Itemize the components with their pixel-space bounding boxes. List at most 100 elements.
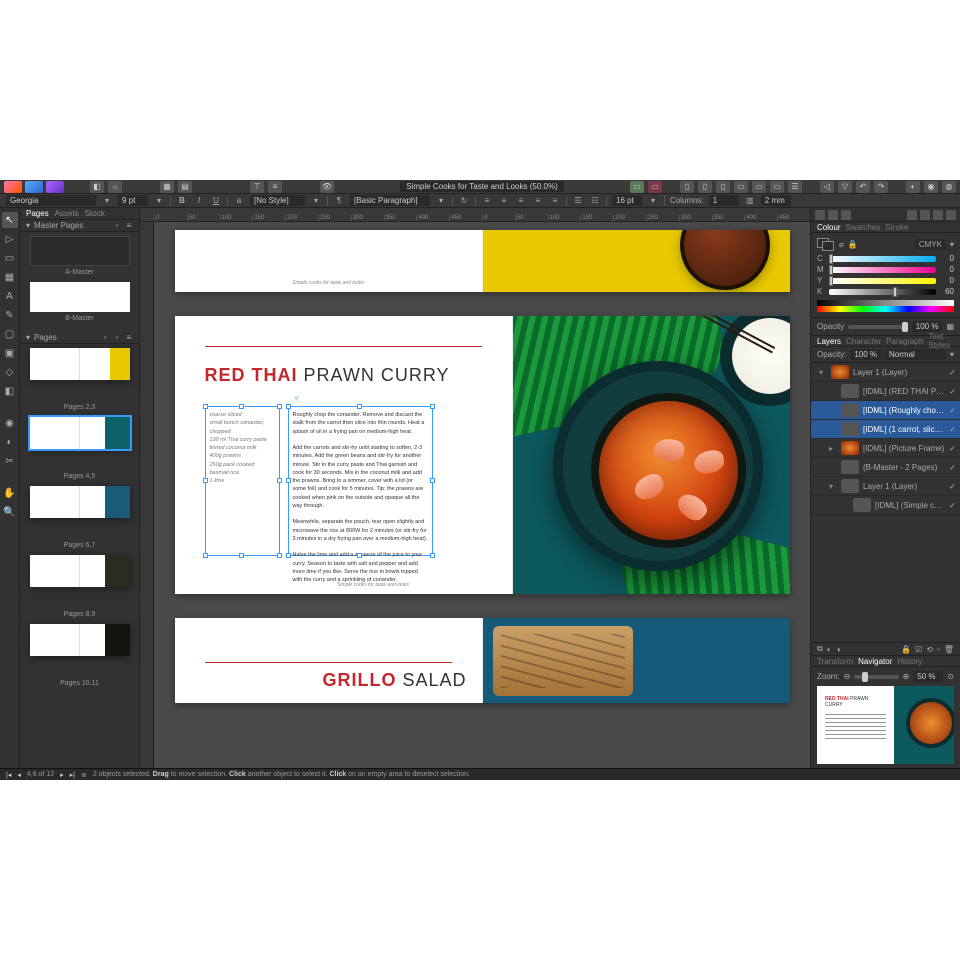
designer-persona-icon[interactable] [25,181,43,193]
add-page-icon[interactable]: ▫ [101,334,109,342]
spread-4-5-thumb[interactable]: Pages 4,5 [26,417,133,480]
cyan-slider[interactable] [829,256,936,262]
shape-tool-icon[interactable]: ◇ [2,364,18,380]
tab-history[interactable]: History [897,657,922,666]
spacing-icon[interactable] [933,210,943,220]
layer-row[interactable]: [IDML] (1 carrot, sliced 1 s✓ [811,420,960,439]
spectrum-picker[interactable] [817,300,954,312]
layer-row[interactable]: ▾Layer 1 (Layer)✓ [811,477,960,496]
tab-pages[interactable]: Pages [26,209,49,218]
method-text-frame[interactable]: Roughly chop the coriander. Remove and d… [288,406,433,556]
tab-transform[interactable]: Transform [817,657,853,666]
add-layer-icon[interactable]: ▫ [937,645,940,654]
color-mode-field[interactable]: CMYK [915,239,946,250]
spread-8-9-thumb[interactable]: Pages 8,9 [26,555,133,618]
spread-2-3[interactable]: Simple cooks for taste and looks [175,230,790,292]
chevron-down-icon[interactable]: ▾ [153,196,165,206]
align-middle-icon[interactable]: ▭ [752,181,766,193]
layer-row[interactable]: ▾Layer 1 (Layer)✓ [811,363,960,382]
align-justify-text-icon[interactable]: ≡ [532,196,544,206]
number-list-icon[interactable]: ☷ [589,196,601,206]
chevron-down-icon[interactable]: ▾ [647,196,659,206]
ingredients-text-frame[interactable]: coarse sliced small bunch coriander, cho… [205,406,280,556]
tab-stock[interactable]: Stock [85,209,105,218]
next-page-icon[interactable]: ▸ [60,771,64,779]
rectangle-tool-icon[interactable]: ▢ [2,326,18,342]
baseline-icon[interactable]: ≡ [268,181,282,193]
layer-visibility-icon[interactable]: ☑ [915,645,922,654]
align-justify-all-icon[interactable]: ≡ [549,196,561,206]
tab-paragraph[interactable]: Paragraph [886,337,923,346]
lock-icon[interactable]: 🔒 [848,240,858,249]
para-style-field[interactable]: [Basic Paragraph] [350,195,430,206]
spread-2-3-thumb[interactable]: Pages 2,3 [26,348,133,411]
chevron-down-icon[interactable]: ▾ [101,196,113,206]
eyedropper-icon[interactable]: ⌀ [839,240,844,249]
distribute-icon[interactable]: ☰ [788,181,802,193]
add-master-icon[interactable]: ▫ [113,222,121,230]
pin-icon[interactable]: ⊤ [250,181,264,193]
master-menu-icon[interactable]: ≡ [125,222,133,230]
layer-fx-icon[interactable]: ⧉ [817,644,823,654]
fill-tool-icon[interactable]: ◉ [2,415,18,431]
align-right-text-icon[interactable]: ≡ [515,196,527,206]
spread-6-7-thumb[interactable]: Pages 6,7 [26,486,133,549]
spacing-icon[interactable] [907,210,917,220]
noise-icon[interactable]: ▦ [946,322,954,331]
italic-icon[interactable]: I [193,196,205,206]
layer-adjust-icon[interactable]: ◑ [836,645,841,654]
chevron-down-icon[interactable]: ▾ [310,196,322,206]
zoom-in-icon[interactable]: ⊕ [903,672,910,681]
layer-link-icon[interactable]: ⟲ [926,645,933,654]
layer-row[interactable]: (B-Master - 2 Pages)✓ [811,458,960,477]
layer-lock-icon[interactable]: 🔒 [901,645,911,654]
align-icon[interactable] [841,210,851,220]
black-slider[interactable] [829,289,936,295]
node-tool-icon[interactable]: ▷ [2,231,18,247]
font-family-field[interactable]: Georgia [6,195,96,206]
layer-row[interactable]: [IDML] (Simple cooks for✓ [811,496,960,515]
page-indicator[interactable]: 4,6 of 12 [27,771,54,778]
spread-10-11-thumb[interactable]: Pages 10,11 [26,624,133,687]
align-center-text-icon[interactable]: ≡ [498,196,510,206]
text-frame-tool-icon[interactable]: ▭ [2,250,18,266]
view-mode-icon[interactable]: ◧ [90,181,104,193]
help-icon[interactable]: ◐ [906,181,920,193]
tab-swatches[interactable]: Swatches [846,223,881,232]
fields-icon[interactable]: ▭ [648,181,662,193]
tab-character[interactable]: Character [846,337,881,346]
zoom-fit-icon[interactable]: ⊙ [947,672,954,681]
opacity-slider[interactable] [848,325,908,329]
align-left-icon[interactable]: ▯ [680,181,694,193]
store-icon[interactable]: ◍ [942,181,956,193]
text-flow-icon[interactable]: ▿ [295,394,299,403]
layer-opacity-field[interactable]: 100 % [850,349,881,360]
zoom-slider[interactable] [854,675,898,679]
last-page-icon[interactable]: ▸| [70,771,75,779]
horizontal-ruler[interactable]: 0501001502002503003504004500501001502002… [140,208,810,222]
preflight-icon[interactable]: 👁 [320,181,334,193]
rotate-cw-icon[interactable]: ↷ [874,181,888,193]
layer-row[interactable]: [IDML] (Roughly chop the c✓ [811,401,960,420]
bullet-list-icon[interactable]: ☰ [572,196,584,206]
page-options-icon[interactable]: ▫ [113,334,121,342]
align-bottom-icon[interactable]: ▭ [770,181,784,193]
hints-icon[interactable]: ≣ [81,771,87,779]
pages-header[interactable]: ▾Pages ▫ ▫ ≡ [20,332,139,344]
vector-crop-tool-icon[interactable]: ✂ [2,453,18,469]
flip-h-icon[interactable]: ◁ [820,181,834,193]
chevron-down-icon[interactable]: ▾ [435,196,447,206]
publisher-persona-icon[interactable] [4,181,22,193]
spacing-icon[interactable] [946,210,956,220]
magenta-slider[interactable] [829,267,936,273]
align-center-icon[interactable]: ▯ [698,181,712,193]
persona-switcher[interactable] [4,181,64,193]
vertical-ruler[interactable] [140,222,154,768]
section-icon[interactable]: ▭ [630,181,644,193]
columns-field[interactable]: 1 [709,195,739,206]
align-icon[interactable] [828,210,838,220]
zoom-value[interactable]: 50 % [913,671,943,682]
page-menu-icon[interactable]: ≡ [125,334,133,342]
artistic-text-tool-icon[interactable]: A [2,288,18,304]
preview-icon[interactable]: ☼ [108,181,122,193]
